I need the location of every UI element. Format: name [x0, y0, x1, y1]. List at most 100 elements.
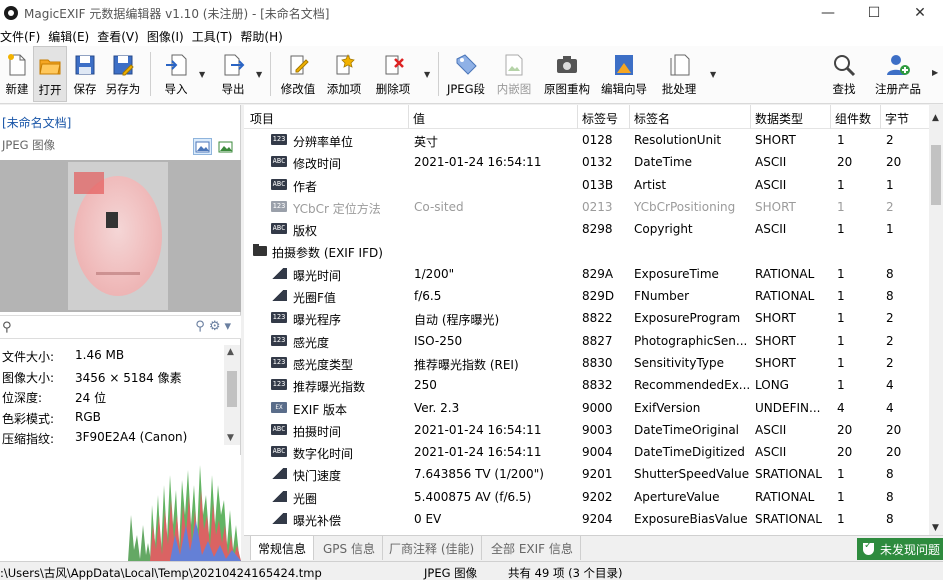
cell-item: 修改时间 — [293, 157, 342, 172]
cell-tag-number: 8298 — [582, 222, 613, 237]
col-header-data-type[interactable]: 数据类型 — [755, 110, 803, 127]
thumbnail-view-button[interactable] — [193, 138, 212, 155]
cell-tag-name: FNumber — [634, 289, 690, 304]
batch-dropdown-icon[interactable]: ▼ — [710, 70, 716, 79]
modify-value-button[interactable]: 修改值 — [278, 46, 318, 102]
menu-view[interactable]: 查看(V) — [97, 28, 145, 45]
info-row-image-size: 图像大小: 3456 × 5184 像素 — [2, 370, 182, 385]
cell-components: 1 — [837, 133, 845, 147]
col-header-bytes[interactable]: 字节 — [885, 110, 909, 127]
table-row[interactable]: ABC 版权 8298 Copyright ASCII 1 1 — [244, 218, 929, 240]
minimize-button[interactable]: — — [805, 0, 851, 26]
cell-bytes: 20 — [886, 445, 902, 460]
menu-help[interactable]: 帮助(H) — [240, 28, 288, 45]
maximize-button[interactable]: ☐ — [851, 0, 897, 26]
tab-gps-info[interactable]: GPS 信息 — [316, 536, 383, 560]
export-dropdown-icon[interactable]: ▼ — [256, 70, 262, 79]
scroll-down-icon[interactable]: ▼ — [932, 523, 939, 533]
import-dropdown-icon[interactable]: ▼ — [199, 70, 205, 79]
search-bar[interactable]: ⚲ ⚲⚙▾ — [0, 315, 241, 339]
table-row[interactable]: ABC 拍摄时间 2021-01-24 16:54:11 9003 DateTimeOr… — [244, 419, 929, 441]
cell-components: 1 — [837, 199, 845, 214]
col-header-item[interactable]: 项目 — [250, 110, 274, 127]
tab-maker-notes[interactable]: 厂商注释 (佳能) — [382, 536, 483, 560]
table-scrollbar[interactable]: ▲ ▼ — [929, 105, 943, 535]
jpeg-segment-button[interactable]: JPEG段 — [446, 46, 486, 102]
embedded-image-button[interactable]: 内嵌图 — [494, 46, 534, 102]
cell-bytes: 2 — [886, 355, 894, 370]
toolbar-overflow-icon[interactable]: ▶ — [932, 68, 938, 77]
export-button[interactable]: 导出 — [217, 46, 249, 102]
text-type-icon: ABC — [271, 223, 287, 235]
cell-bytes: 1 — [886, 177, 894, 192]
menu-bar: 文件(F) 编辑(E) 查看(V) 图像(I) 工具(T) 帮助(H) — [0, 26, 943, 46]
table-row[interactable]: 123 感光度 ISO-250 8827 PhotographicSen... SHORT… — [244, 330, 929, 352]
scroll-down-icon[interactable]: ▼ — [227, 433, 234, 443]
table-row[interactable]: ABC 修改时间 2021-01-24 16:54:11 0132 DateTime AS… — [244, 151, 929, 173]
edit-pencil-icon — [286, 53, 310, 77]
table-row[interactable]: EX EXIF 版本 Ver. 2.3 9000 ExifVersion UNDEFIN.… — [244, 397, 929, 419]
menu-edit[interactable]: 编辑(E) — [48, 28, 95, 45]
status-bar: :\Users\古风\AppData\Local\Temp\2021042416… — [0, 561, 943, 580]
table-group-row[interactable]: 拍摄参数 (EXIF IFD) — [244, 240, 929, 262]
file-info-list: 文件大小: 1.46 MB 图像大小: 3456 × 5184 像素 位深度: … — [0, 345, 225, 448]
table-row[interactable]: 曝光时间 1/200" 829A ExposureTime RATIONAL 1 8 — [244, 263, 929, 285]
delete-item-button[interactable]: 删除项 — [373, 46, 413, 102]
cell-tag-number: 829A — [582, 266, 614, 281]
no-issues-badge[interactable]: 未发现问题 — [857, 538, 943, 560]
rebuild-original-button[interactable]: 原图重构 — [542, 46, 592, 102]
info-scrollbar[interactable]: ▲ ▼ — [224, 345, 240, 445]
tab-all-exif[interactable]: 全部 EXIF 信息 — [484, 536, 581, 560]
document-name[interactable]: [未命名文档] — [2, 114, 71, 131]
col-header-tag-no[interactable]: 标签号 — [582, 110, 618, 127]
table-row[interactable]: 123 分辨率单位 英寸 0128 ResolutionUnit SHORT 1 2 — [244, 129, 929, 151]
cell-tag-number: 013B — [582, 177, 614, 192]
rational-type-icon — [271, 468, 287, 480]
cell-value: 5.400875 AV (f/6.5) — [414, 489, 532, 504]
table-row[interactable]: 123 推荐曝光指数 250 8832 RecommendedEx... LONG 1 4 — [244, 374, 929, 396]
table-row[interactable]: 曝光补偿 0 EV 9204 ExposureBiasValue SRATIONAL 1 8 — [244, 508, 929, 530]
delete-dropdown-icon[interactable]: ▼ — [424, 70, 430, 79]
cell-data-type: SRATIONAL — [755, 512, 822, 527]
full-image-view-button[interactable] — [216, 138, 235, 155]
cell-item: 曝光程序 — [293, 313, 342, 328]
cell-components: 1 — [837, 489, 845, 504]
table-row[interactable]: 123 感光度类型 推荐曝光指数 (REI) 8830 SensitivityType S… — [244, 352, 929, 374]
cell-value: 推荐曝光指数 (REI) — [414, 357, 519, 372]
save-button[interactable]: 保存 — [70, 46, 100, 102]
close-button[interactable]: ✕ — [897, 0, 943, 26]
menu-image[interactable]: 图像(I) — [147, 28, 190, 45]
import-icon — [164, 53, 188, 77]
table-row[interactable]: 快门速度 7.643856 TV (1/200") 9201 ShutterSpeed… — [244, 463, 929, 485]
table-row[interactable]: ABC 作者 013B Artist ASCII 1 1 — [244, 174, 929, 196]
menu-tools[interactable]: 工具(T) — [192, 28, 239, 45]
table-row[interactable]: 光圈 5.400875 AV (f/6.5) 9202 ApertureValue RA… — [244, 486, 929, 508]
scroll-up-icon[interactable]: ▲ — [932, 113, 939, 123]
table-row[interactable]: 123 YCbCr 定位方法 Co-sited 0213 YCbCrPositionin… — [244, 196, 929, 218]
cell-value: Co-sited — [414, 199, 464, 214]
cell-tag-name: ExposureProgram — [634, 311, 741, 326]
open-button[interactable]: 打开 — [33, 46, 67, 102]
new-button[interactable]: 新建 — [2, 46, 32, 102]
search-options-icons[interactable]: ⚲⚙▾ — [195, 319, 235, 334]
col-header-components[interactable]: 组件数 — [835, 110, 871, 127]
cell-data-type: SHORT — [755, 199, 796, 214]
table-row[interactable]: 光圈F值 f/6.5 829D FNumber RATIONAL 1 8 — [244, 285, 929, 307]
scroll-up-icon[interactable]: ▲ — [227, 347, 234, 357]
table-row[interactable]: ABC 数字化时间 2021-01-24 16:54:11 9004 DateTimeD… — [244, 441, 929, 463]
find-button[interactable]: 查找 — [826, 46, 862, 102]
table-row[interactable]: 123 曝光程序 自动 (程序曝光) 8822 ExposureProgram SHORT… — [244, 307, 929, 329]
import-button[interactable]: 导入 — [160, 46, 192, 102]
tab-general-info[interactable]: 常规信息 — [250, 536, 315, 560]
menu-file[interactable]: 文件(F) — [0, 28, 46, 45]
add-item-button[interactable]: 添加项 — [324, 46, 364, 102]
cell-tag-number: 0213 — [582, 199, 613, 214]
col-header-tag-name[interactable]: 标签名 — [634, 110, 670, 127]
save-as-button[interactable]: 另存为 — [103, 46, 143, 102]
col-header-value[interactable]: 值 — [413, 110, 425, 127]
edit-wizard-button[interactable]: 编辑向导 — [598, 46, 650, 102]
batch-button[interactable]: 批处理 — [659, 46, 699, 102]
register-product-button[interactable]: 注册产品 — [870, 46, 926, 102]
cell-data-type: SHORT — [755, 311, 796, 326]
cell-tag-name: Artist — [634, 177, 667, 192]
